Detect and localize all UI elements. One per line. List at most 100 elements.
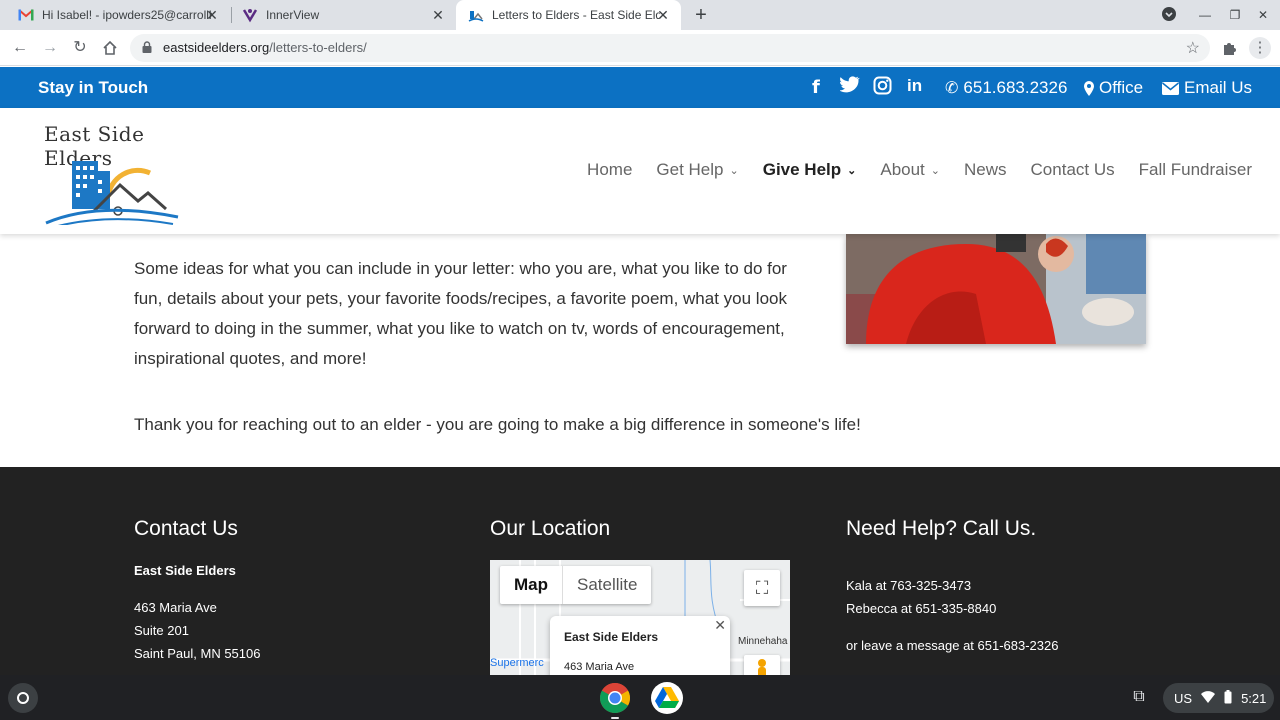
launcher-icon: [17, 692, 29, 704]
more-menu-icon[interactable]: ⋮: [1249, 37, 1271, 59]
address-bar[interactable]: eastsideelders.org/letters-to-elders/ ☆: [130, 34, 1210, 62]
main-nav: Home Get Help ⌄ Give Help ⌄ About ⌄ News Co…: [587, 160, 1252, 180]
tab-title: InnerView: [266, 8, 320, 22]
chrome-icon[interactable]: [598, 681, 632, 719]
url-domain: eastsideelders.org: [163, 40, 270, 55]
footer-org-name: East Side Elders: [134, 563, 236, 578]
nav-home[interactable]: Home: [587, 160, 632, 180]
browser-toolbar: ← → ↻ eastsideelders.org/letters-to-elde…: [0, 30, 1280, 66]
extensions-puzzle-icon[interactable]: [1219, 38, 1239, 58]
forward-icon[interactable]: →: [39, 37, 61, 59]
office-link[interactable]: Office: [1084, 78, 1143, 98]
chevron-down-icon: ⌄: [930, 164, 941, 177]
footer-address-line: Saint Paul, MN 55106: [134, 646, 261, 661]
map-label: Minnehaha: [738, 636, 788, 647]
close-icon[interactable]: ✕: [204, 7, 220, 23]
nav-label: About: [880, 160, 925, 179]
map-label: Supermerc: [490, 657, 544, 669]
close-icon[interactable]: ✕: [655, 7, 671, 23]
phone-icon: ✆: [945, 80, 959, 97]
nav-about[interactable]: About ⌄: [880, 160, 940, 180]
nav-label: News: [964, 160, 1007, 179]
map-tab-satellite[interactable]: Satellite: [562, 566, 651, 604]
facebook-icon[interactable]: f: [812, 77, 820, 98]
status-tray[interactable]: US 5:21: [1163, 683, 1274, 713]
innerview-icon: [242, 7, 258, 23]
tab-innerview[interactable]: InnerView ✕: [224, 0, 456, 30]
nav-fall-fundraiser[interactable]: Fall Fundraiser: [1139, 160, 1252, 180]
footer-location-title: Our Location: [490, 517, 611, 540]
stay-in-touch-label: Stay in Touch: [38, 78, 149, 97]
google-drive-icon[interactable]: [650, 681, 684, 715]
envelope-icon: [1162, 81, 1179, 95]
email-label: Email Us: [1184, 78, 1253, 97]
google-map[interactable]: Map Satellite ⛶ Minnehaha Supermerc East…: [490, 560, 790, 675]
nav-get-help[interactable]: Get Help ⌄: [656, 160, 738, 180]
tab-title: Hi Isabel! - ipowders25@carrollh: [42, 8, 212, 22]
tab-title: Letters to Elders - East Side Elder: [492, 8, 660, 22]
close-window-icon[interactable]: ✕: [1254, 6, 1272, 24]
footer-help-line: Kala at 763-325-3473: [846, 578, 972, 593]
fullscreen-icon[interactable]: ⛶: [744, 570, 780, 606]
url-path: /letters-to-elders/: [269, 40, 367, 55]
footer-help-line: or leave a message at 651-683-2326: [846, 638, 1059, 653]
os-shelf: ⧉ US 5:21: [0, 675, 1280, 720]
map-type-tabs: Map Satellite: [500, 566, 652, 604]
phone-link[interactable]: ✆ 651.683.2326: [945, 78, 1067, 98]
holding-space-icon[interactable]: ⧉: [1127, 685, 1151, 709]
home-icon[interactable]: [99, 37, 121, 59]
close-icon[interactable]: ✕: [714, 617, 726, 634]
footer-contact-title: Contact Us: [134, 517, 238, 540]
map-info-name: East Side Elders: [564, 630, 659, 644]
map-pin-icon: [1084, 80, 1094, 96]
email-link[interactable]: Email Us: [1162, 78, 1252, 98]
map-tab-map[interactable]: Map: [500, 566, 562, 604]
nav-label: Home: [587, 160, 633, 179]
running-indicator: [611, 717, 619, 719]
reload-icon[interactable]: ↻: [69, 37, 91, 59]
back-icon[interactable]: ←: [9, 37, 31, 59]
elder-photo: [846, 234, 1146, 344]
map-info-address: 463 Maria Ave: [564, 661, 635, 673]
map-info-window: East Side Elders 463 Maria Ave ✕: [550, 616, 730, 675]
battery-icon: [1224, 689, 1232, 707]
nav-label: Give Help: [762, 160, 842, 179]
ime-label: US: [1174, 690, 1193, 706]
tab-letters-to-elders[interactable]: Letters to Elders - East Side Elder ✕: [456, 0, 681, 30]
site-topbar: Stay in Touch f in ✆ 651.683.2326 Office…: [0, 67, 1280, 108]
new-tab-button[interactable]: +: [690, 4, 712, 26]
footer-address-line: 463 Maria Ave: [134, 600, 217, 615]
nav-news[interactable]: News: [964, 160, 1007, 180]
tab-search-icon[interactable]: [1160, 6, 1178, 24]
nav-label: Contact Us: [1030, 160, 1115, 179]
thanks-paragraph: Thank you for reaching out to an elder -…: [134, 415, 861, 434]
tab-gmail[interactable]: Hi Isabel! - ipowders25@carrollh ✕: [0, 0, 230, 30]
linkedin-icon[interactable]: in: [907, 76, 922, 96]
footer-help-line: Rebecca at 651-335-8840: [846, 601, 997, 616]
launcher-button[interactable]: [8, 683, 38, 713]
street-view-pegman-icon[interactable]: [744, 655, 780, 675]
site-footer: Contact Us East Side Elders 463 Maria Av…: [0, 467, 1280, 675]
wifi-icon: [1201, 690, 1216, 706]
minimize-icon[interactable]: —: [1196, 6, 1214, 24]
logo-graphic: [45, 161, 179, 225]
nav-label: Fall Fundraiser: [1138, 160, 1252, 179]
footer-address-line: Suite 201: [134, 623, 189, 638]
nav-label: Get Help: [656, 160, 724, 179]
browser-tabstrip: Hi Isabel! - ipowders25@carrollh ✕ Inner…: [0, 0, 1280, 30]
chevron-down-icon: ⌄: [847, 164, 857, 177]
bookmark-star-icon[interactable]: ☆: [1186, 38, 1200, 58]
nav-give-help[interactable]: Give Help ⌄: [763, 160, 857, 180]
ideas-paragraph: Some ideas for what you can include in y…: [134, 259, 787, 368]
nav-contact-us[interactable]: Contact Us: [1031, 160, 1115, 180]
close-icon[interactable]: ✕: [430, 7, 446, 23]
site-header: East Side Elders Home Get Help ⌄ Give He…: [0, 108, 1280, 234]
twitter-icon[interactable]: [839, 75, 860, 98]
lock-icon: [142, 41, 152, 53]
phone-number: 651.683.2326: [963, 78, 1068, 97]
page-content: Some ideas for what you can include in y…: [0, 234, 1280, 467]
clock-time: 5:21: [1241, 690, 1267, 706]
site-logo[interactable]: East Side Elders: [38, 120, 188, 225]
restore-icon[interactable]: ❐: [1226, 6, 1244, 24]
instagram-icon[interactable]: [873, 76, 892, 100]
